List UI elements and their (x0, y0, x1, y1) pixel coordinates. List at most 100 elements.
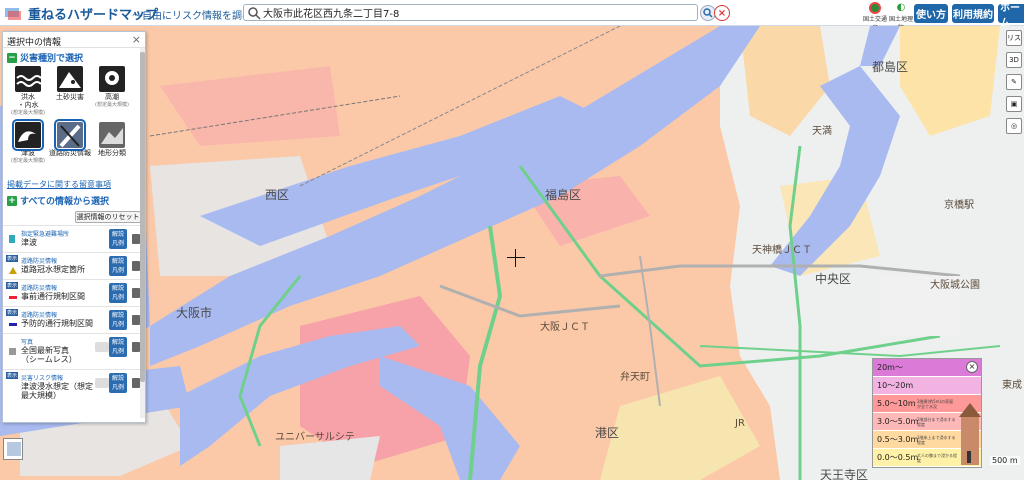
legend-label: 3.0〜5.0m (877, 417, 919, 426)
legend-label: 0.5〜3.0m (877, 435, 919, 444)
trash-icon[interactable] (132, 315, 140, 325)
label-minato: 港区 (595, 426, 620, 440)
hazard-label: 高潮 (105, 93, 119, 101)
legend-row: 20m〜 (873, 359, 981, 377)
hazard-label: 土砂災害 (56, 93, 84, 101)
scrollbar-thumb[interactable] (140, 52, 145, 382)
base-map-switch[interactable] (3, 438, 23, 460)
panel-scrollbar[interactable] (140, 48, 145, 418)
terrain-icon (99, 122, 125, 148)
layer-tag: 表示 (6, 282, 19, 289)
legend-label: 20m〜 (877, 363, 903, 372)
terms-button[interactable]: 利用規約 (952, 4, 994, 23)
mlit-logo[interactable]: 国土交通省 (862, 2, 888, 32)
layer-tag: 表示 (6, 372, 19, 379)
hazard-terrain[interactable]: 地形分類 (91, 122, 133, 178)
label-miyakojima: 都島区 (872, 60, 909, 74)
tool-location[interactable]: ◎ (1006, 118, 1022, 134)
trash-icon[interactable] (132, 378, 140, 388)
trash-icon[interactable] (132, 261, 140, 271)
close-icon: × (717, 7, 727, 19)
magnifier-icon (703, 8, 713, 18)
by-type-section[interactable]: − 災害種別で選択 (3, 48, 145, 66)
layer-item[interactable]: 指定緊急避難場所 津波 解説 凡例 (3, 225, 145, 252)
legend-button[interactable]: 解説 凡例 (109, 337, 127, 357)
legend-button[interactable]: 解説 凡例 (109, 373, 127, 393)
legend-close-button[interactable]: × (966, 361, 978, 373)
trash-icon[interactable] (132, 234, 140, 244)
hazard-sub: (想定最大規模) (11, 110, 45, 116)
legend-button[interactable]: 解説 凡例 (109, 310, 127, 330)
tool-3d[interactable]: 3D (1006, 52, 1022, 68)
legend-label: 10〜20m (877, 381, 914, 390)
address-search[interactable] (243, 4, 698, 21)
layer-item[interactable]: 表示 道路防災情報 道路冠水想定箇所 解説 凡例 (3, 252, 145, 279)
label-bentencho: 弁天町 (620, 372, 650, 383)
hazard-landslide[interactable]: 土砂災害 (49, 66, 91, 122)
tool-risk[interactable]: リス (1006, 30, 1022, 46)
legend-desc: 大人の膝まで浸かる程度 (917, 452, 957, 463)
reset-selection-button[interactable]: 選択情報のリセット (75, 211, 141, 223)
data-notice-link[interactable]: 掲載データに関する留意事項 (3, 178, 145, 191)
hazard-sub: (想定最大規模) (11, 158, 45, 164)
legend-label: 0.0〜0.5m (877, 453, 919, 462)
mlit-logo-icon (869, 2, 881, 14)
expand-icon: − (7, 52, 17, 63)
legend-desc: 2階部分まで浸水する程度 (917, 416, 956, 427)
label-osaka-jct: 大阪ＪＣＴ (540, 322, 590, 333)
trash-icon[interactable] (132, 288, 140, 298)
search-input[interactable] (263, 7, 683, 18)
layer-item[interactable]: 表示 災害リスク情報 津波浸水想定（想定 最大規模） 解説 凡例 (3, 369, 145, 405)
tool-draw[interactable]: ✎ (1006, 74, 1022, 90)
opacity-toggle[interactable] (95, 378, 109, 388)
base-map-icon (7, 442, 21, 456)
all-info-section[interactable]: + すべての情報から選択 (3, 191, 145, 209)
blue-line-icon (9, 323, 17, 326)
label-tennoji: 天王寺区 (820, 468, 869, 480)
hazard-label: 地形分類 (98, 149, 126, 157)
label-tenjinbashi: 天神橋ＪＣＴ (752, 245, 812, 256)
shelter-icon (9, 235, 15, 243)
legend-button[interactable]: 解説 凡例 (109, 283, 127, 303)
layer-item[interactable]: 表示 道路防災情報 事前通行規制区間 解説 凡例 (3, 279, 145, 306)
map-tools: リス 3D ✎ ▣ ◎ (1006, 30, 1024, 140)
home-button[interactable]: ホーム (998, 3, 1024, 29)
legend-desc: 2階建(約5m)の家屋が全て水没 (917, 398, 954, 409)
label-osaka: 大阪市 (176, 306, 213, 320)
hazard-storm-surge[interactable]: 高潮 (想定最大規模) (91, 66, 133, 122)
gsi-logo[interactable]: ◐ 国土地理院 (888, 2, 914, 32)
legend-button[interactable]: 解説 凡例 (109, 256, 127, 276)
photo-icon (9, 348, 16, 355)
tsunami-legend: 20m〜 × 10〜20m 5.0〜10m 2階建(約5m)の家屋が全て水没 3… (872, 358, 982, 468)
howto-button[interactable]: 使い方 (914, 4, 948, 23)
layer-tag: 表示 (6, 309, 19, 316)
warning-triangle-icon (9, 267, 17, 274)
trash-icon[interactable] (132, 342, 140, 352)
hazard-flood[interactable]: 洪水 ・内水 (想定最大規模) (7, 66, 49, 122)
by-type-label: 災害種別で選択 (20, 54, 84, 64)
app-logo-icon (4, 5, 22, 21)
tsunami-icon (12, 119, 44, 151)
panel-close-button[interactable]: × (132, 33, 141, 46)
plus-icon: + (7, 195, 17, 206)
layer-item[interactable]: 表示 道路防災情報 予防的通行規制区間 解説 凡例 (3, 306, 145, 333)
hazard-grid: 洪水 ・内水 (想定最大規模) 土砂災害 高潮 (想定最大規模) 津波 (想定最… (3, 66, 145, 178)
hazard-sub: (想定最大規模) (95, 102, 129, 108)
layer-item[interactable]: 写真 全国最新写真 （シームレス） 解説 凡例 (3, 333, 145, 369)
panel-title: 選択中の情報 (7, 38, 62, 48)
landslide-icon (57, 66, 83, 92)
label-nishi: 西区 (265, 188, 290, 202)
tool-print[interactable]: ▣ (1006, 96, 1022, 112)
layer-tag: 表示 (6, 255, 19, 262)
label-jr: JR (735, 418, 745, 429)
label-chuo: 中央区 (815, 272, 852, 286)
hazard-road[interactable]: 道路防災情報 (49, 119, 91, 178)
opacity-toggle[interactable] (95, 342, 109, 352)
label-kyobashi: 京橋駅 (944, 200, 974, 211)
gsi-logo-icon: ◐ (896, 2, 906, 13)
hazard-tsunami[interactable]: 津波 (想定最大規模) (7, 119, 49, 178)
clear-search-button[interactable]: × (714, 5, 730, 21)
red-line-icon (9, 296, 17, 299)
hazard-label: 洪水 ・内水 (17, 93, 39, 109)
legend-button[interactable]: 解説 凡例 (109, 229, 127, 249)
